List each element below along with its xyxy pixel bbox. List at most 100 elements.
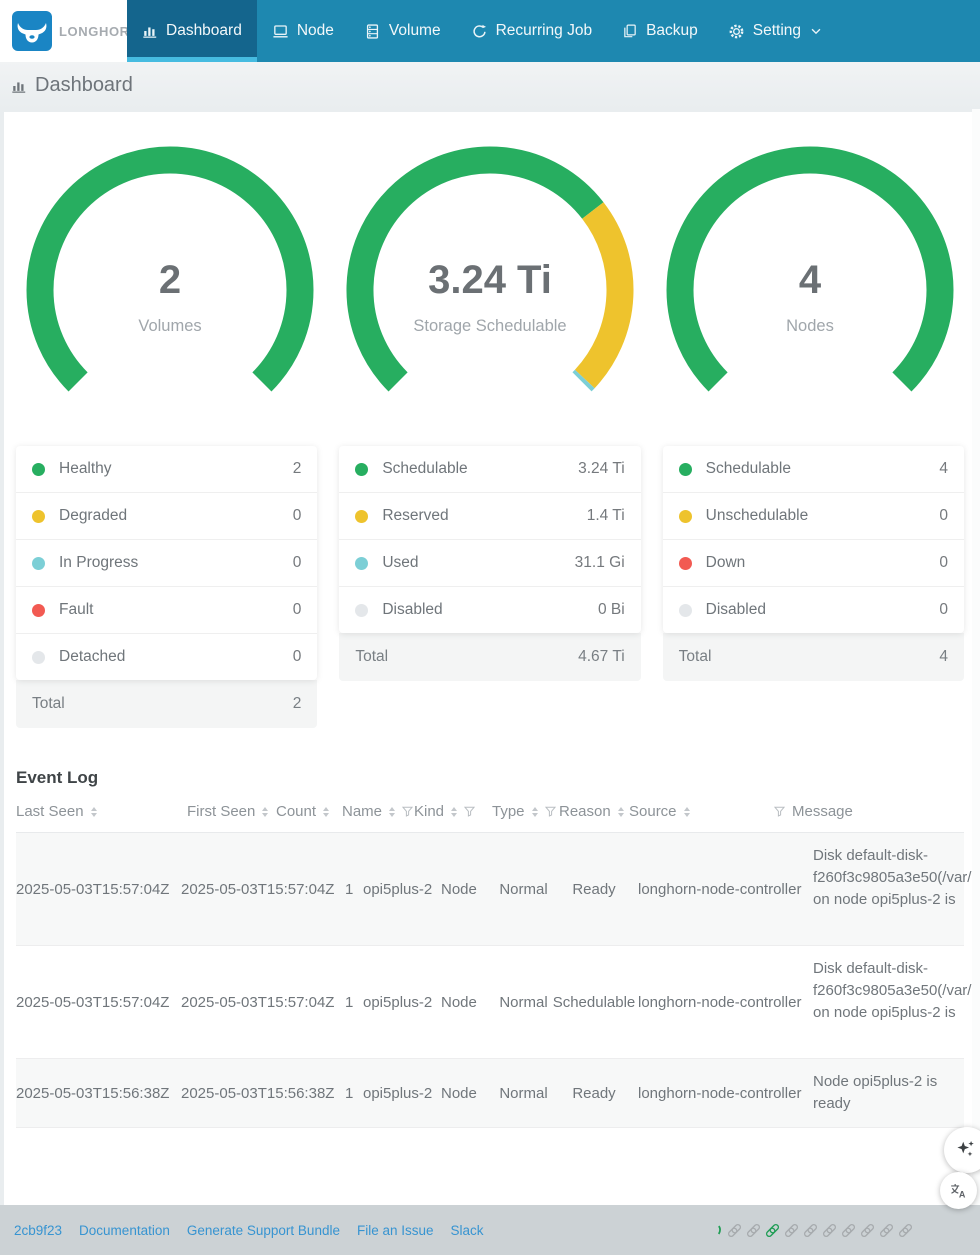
footer-link-slack[interactable]: Slack	[451, 1223, 484, 1238]
status-dot-yellow	[355, 510, 368, 523]
status-dot-gray	[355, 604, 368, 617]
link-icon[interactable]	[764, 1222, 781, 1239]
total-label: Total	[355, 648, 388, 666]
legend-value: 31.1 Gi	[575, 554, 625, 572]
link-icon[interactable]	[878, 1222, 895, 1239]
status-dot-yellow	[32, 510, 45, 523]
gauge-value: 4	[650, 258, 970, 303]
legend-row-fault: Fault0	[16, 587, 317, 634]
column-header-first-seen[interactable]: First Seen	[187, 803, 276, 820]
cell-count: 1	[345, 1085, 363, 1102]
column-label: First Seen	[187, 803, 255, 820]
link-icon[interactable]	[802, 1222, 819, 1239]
sort-carets-icon[interactable]	[684, 807, 690, 817]
legend-row-unschedulable: Unschedulable0	[663, 493, 964, 540]
column-header-source[interactable]: Source	[629, 803, 774, 820]
status-dot-teal	[32, 557, 45, 570]
column-label: Count	[276, 803, 316, 820]
gauge-center: 2Volumes	[10, 258, 330, 336]
filter-funnel-icon[interactable]	[402, 806, 413, 817]
column-header-last-seen[interactable]: Last Seen	[16, 803, 187, 820]
footer-version-link[interactable]: 2cb9f23	[14, 1223, 62, 1238]
link-icon[interactable]	[783, 1222, 800, 1239]
cell-message[interactable]: Disk default-disk-f260f3c9805a3e50(/var/…	[813, 958, 980, 1046]
gauge-label: Storage Schedulable	[330, 317, 650, 336]
cell-name: opi5plus-2	[363, 881, 441, 898]
link-icon[interactable]	[745, 1222, 762, 1239]
cell-kind: Node	[441, 994, 497, 1011]
link-icon[interactable]	[821, 1222, 838, 1239]
link-icon[interactable]	[859, 1222, 876, 1239]
sort-carets-icon[interactable]	[532, 807, 538, 817]
link-icon[interactable]	[840, 1222, 857, 1239]
legend-row-down: Down0	[663, 540, 964, 587]
link-icon[interactable]	[726, 1222, 743, 1239]
column-header-kind[interactable]: Kind	[414, 803, 492, 820]
page-scrollbar[interactable]	[972, 109, 980, 1205]
nav-item-node[interactable]: Node	[257, 0, 349, 62]
event-table-header: Last SeenFirst Seen Count NameKindTypeReas…	[16, 803, 964, 833]
legend-value: 0	[939, 554, 948, 572]
column-header-reason[interactable]: Reason	[559, 803, 629, 820]
link-icon[interactable]	[897, 1222, 914, 1239]
legend-label: Fault	[59, 601, 93, 619]
footer-link-file-an-issue[interactable]: File an Issue	[357, 1223, 434, 1238]
legend-label: In Progress	[59, 554, 138, 572]
filter-funnel-icon[interactable]	[545, 806, 556, 817]
nav-item-setting[interactable]: Setting	[713, 0, 838, 62]
column-header-type[interactable]: Type	[492, 803, 559, 820]
cell-message[interactable]: Disk default-disk-f260f3c9805a3e50(/var/…	[813, 845, 980, 933]
cell-count: 1	[345, 881, 363, 898]
leading-mark-icon	[717, 1224, 724, 1237]
legend-value: 1.4 Ti	[587, 507, 625, 525]
nav-item-volume[interactable]: Volume	[349, 0, 456, 62]
legend-total-row: Total2	[16, 680, 317, 728]
column-header-message: Message	[774, 803, 964, 820]
column-label: Reason	[559, 803, 611, 820]
page-title: Dashboard	[35, 74, 133, 97]
filter-funnel-icon[interactable]	[774, 806, 785, 817]
summary-tables-row: Healthy2Degraded0In Progress0Fault0Detac…	[4, 446, 976, 728]
sort-carets-icon[interactable]	[262, 807, 268, 817]
sort-carets-icon[interactable]	[323, 807, 329, 817]
legend-label: Disabled	[382, 601, 442, 619]
cell-last-seen: 2025-05-03T15:56:38Z	[16, 1085, 181, 1102]
refresh-icon	[471, 23, 488, 40]
footer-links: 2cb9f23 Documentation Generate Support Bun…	[14, 1223, 484, 1238]
gauge-center: 4Nodes	[650, 258, 970, 336]
sort-carets-icon[interactable]	[618, 807, 624, 817]
cell-kind: Node	[441, 881, 497, 898]
cell-kind: Node	[441, 1085, 497, 1102]
column-header-name[interactable]: Name	[342, 803, 414, 820]
legend-label: Detached	[59, 648, 125, 666]
nav-item-backup[interactable]: Backup	[607, 0, 713, 62]
cell-type: Normal	[497, 1085, 550, 1102]
footer-link-documentation[interactable]: Documentation	[79, 1223, 170, 1238]
nav-item-recurring-job[interactable]: Recurring Job	[456, 0, 608, 62]
sort-carets-icon[interactable]	[91, 807, 97, 817]
translate-button[interactable]: A	[940, 1172, 977, 1209]
footer-link-generate-support-bundle[interactable]: Generate Support Bundle	[187, 1223, 340, 1238]
cell-first-seen: 2025-05-03T15:57:04Z	[181, 881, 345, 898]
event-row: 2025-05-03T15:56:38Z2025-05-03T15:56:38Z…	[16, 1059, 964, 1128]
nav-item-label: Setting	[753, 22, 801, 40]
longhorn-logo[interactable]: LONGHORN	[0, 0, 127, 62]
sort-carets-icon[interactable]	[451, 807, 457, 817]
cell-source: longhorn-node-controller	[638, 994, 813, 1011]
nav-item-dashboard[interactable]: Dashboard	[127, 0, 257, 62]
legend-label: Reserved	[382, 507, 448, 525]
gear-icon	[728, 23, 745, 40]
event-row: 2025-05-03T15:57:04Z2025-05-03T15:57:04Z…	[16, 833, 964, 946]
sort-carets-icon[interactable]	[389, 807, 395, 817]
total-value: 2	[293, 695, 302, 713]
legend-row-schedulable: Schedulable3.24 Ti	[339, 446, 640, 493]
chevron-down-icon	[809, 24, 823, 38]
legend-row-disabled: Disabled0	[663, 587, 964, 633]
sparkle-icon	[954, 1138, 978, 1162]
filter-funnel-icon[interactable]	[464, 806, 475, 817]
gauge-center: 3.24 TiStorage Schedulable	[330, 258, 650, 336]
cell-source: longhorn-node-controller	[638, 1085, 813, 1102]
column-header-count[interactable]: Count	[276, 803, 342, 820]
gauge-value: 2	[10, 258, 330, 303]
status-dot-yellow	[679, 510, 692, 523]
